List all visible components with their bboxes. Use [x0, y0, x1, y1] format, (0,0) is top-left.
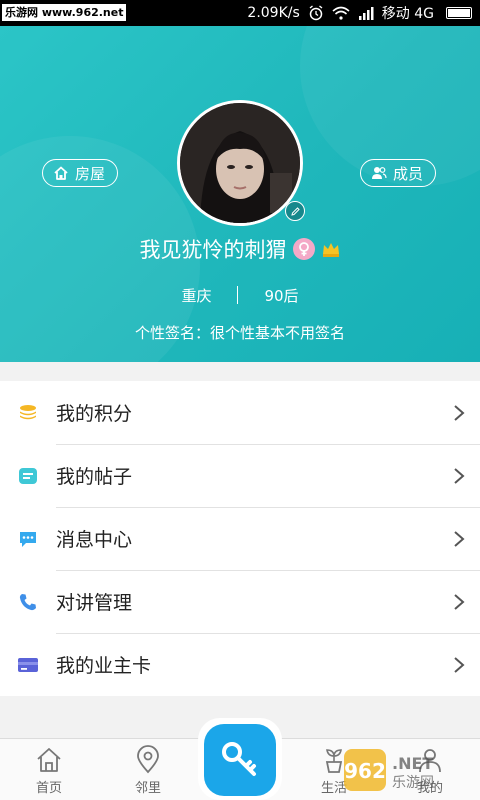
chevron-right-icon: [454, 530, 465, 547]
chevron-right-icon: [454, 404, 465, 421]
username-row: 我见犹怜的刺猬: [0, 232, 480, 266]
members-button[interactable]: 成员: [360, 159, 437, 187]
svg-text:.NET: .NET: [392, 754, 433, 773]
network-speed: 2.09K/s: [247, 5, 300, 21]
avatar-photo: [180, 103, 300, 223]
menu-item-messages[interactable]: 消息中心: [0, 507, 480, 570]
menu-item-intercom[interactable]: 对讲管理: [0, 570, 480, 633]
nav-neighbor[interactable]: 邻里: [118, 745, 178, 796]
posts-icon: [17, 465, 39, 487]
avatar[interactable]: [177, 100, 303, 226]
key-button-inner: [204, 724, 276, 796]
home-icon: [54, 166, 68, 180]
nav-home-label: 首页: [35, 781, 62, 796]
house-button-label: 房屋: [75, 164, 106, 183]
menu-item-label: 对讲管理: [56, 592, 133, 614]
carrier-label: 移动 4G: [381, 6, 434, 22]
menu-item-posts[interactable]: 我的帖子: [0, 444, 480, 507]
edit-avatar-button[interactable]: [285, 201, 305, 221]
menu-item-label: 我的积分: [56, 403, 133, 425]
location-icon: [137, 745, 159, 774]
chevron-right-icon: [454, 467, 465, 484]
watermark-label: 乐游网 www.962.net: [2, 4, 127, 21]
nav-home[interactable]: 首页: [19, 745, 79, 796]
menu-item-owner-card[interactable]: 我的业主卡: [0, 633, 480, 696]
unlock-key-button[interactable]: [198, 718, 282, 800]
info-row: 重庆 90后: [0, 283, 480, 307]
level-badge-icon: [322, 243, 339, 257]
menu-item-label: 消息中心: [56, 529, 133, 551]
svg-text:乐游网: 乐游网: [392, 775, 434, 791]
home-icon: [37, 748, 61, 772]
menu-item-points[interactable]: 我的积分: [0, 381, 480, 444]
divider: [237, 286, 239, 304]
status-bar: 乐游网 www.962.net 2.09K/s 移动 4G: [0, 0, 480, 26]
menu-item-label: 我的业主卡: [56, 655, 152, 677]
message-icon: [17, 528, 39, 550]
house-button[interactable]: 房屋: [42, 159, 119, 187]
female-icon: [292, 238, 315, 260]
site-watermark-logo: 962 .NET 乐游网: [342, 742, 476, 798]
age-group-label: 90后: [264, 286, 299, 305]
signature-text: 个性签名：很个性基本不用签名: [134, 324, 345, 342]
pencil-icon: [290, 206, 300, 216]
phone-icon: [17, 591, 39, 613]
battery-icon: [446, 7, 472, 19]
members-icon: [372, 167, 387, 179]
menu-list: 我的积分 我的帖子 消息中心 对讲管理 我的业主卡: [0, 381, 480, 696]
card-icon: [17, 654, 39, 676]
svg-text:962: 962: [344, 759, 386, 783]
wifi-icon: [332, 6, 350, 20]
username: 我见犹怜的刺猬: [139, 238, 287, 262]
nav-neighbor-label: 邻里: [134, 781, 161, 796]
status-right: 2.09K/s 移动 4G: [247, 0, 472, 26]
chevron-right-icon: [454, 593, 465, 610]
coins-icon: [17, 402, 39, 424]
alarm-icon: [309, 5, 323, 21]
menu-item-label: 我的帖子: [56, 466, 133, 488]
profile-header: 房屋 成员 我见犹怜的刺猬 重庆 90后 个性签名：很个性基本不用签名: [0, 26, 480, 362]
signal-icon: [358, 7, 374, 20]
key-icon: [222, 742, 256, 776]
members-button-label: 成员: [393, 164, 424, 183]
chevron-right-icon: [454, 656, 465, 673]
city-label: 重庆: [181, 286, 212, 305]
